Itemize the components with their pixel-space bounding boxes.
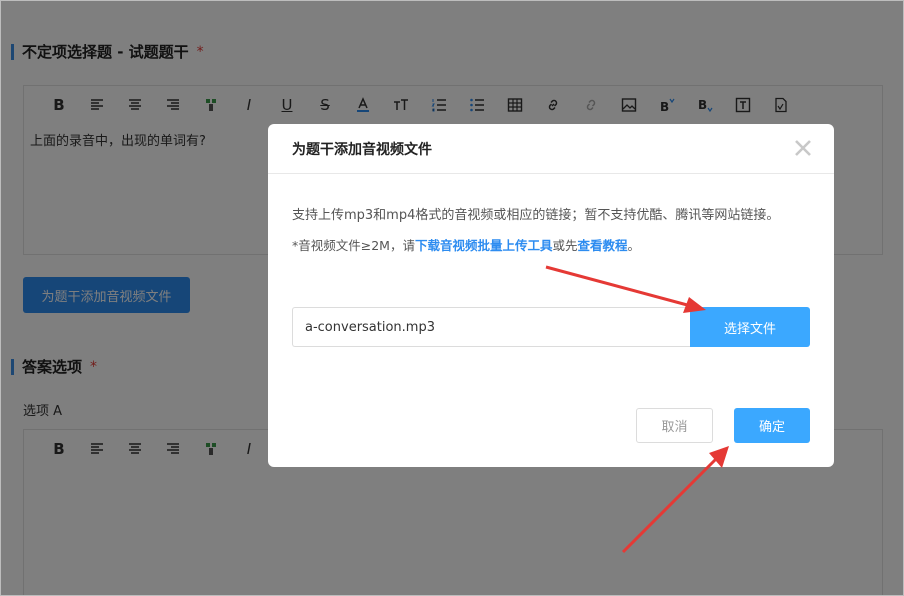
add-media-dialog: 为题干添加音视频文件 支持上传mp3和mp4格式的音视频或相应的链接；暂不支持优…: [268, 124, 834, 467]
close-icon[interactable]: [790, 135, 816, 161]
dialog-body: 支持上传mp3和mp4格式的音视频或相应的链接；暂不支持优酷、腾讯等网站链接。 …: [268, 174, 834, 256]
tutorial-link[interactable]: 查看教程: [578, 238, 628, 253]
note-middle: 或先: [552, 238, 578, 253]
note-prefix: *音视频文件≥2M，请: [292, 238, 415, 253]
dialog-header: 为题干添加音视频文件: [268, 124, 834, 174]
upload-row: 选择文件: [292, 307, 810, 347]
note-suffix: 。: [627, 238, 641, 253]
download-tool-link[interactable]: 下载音视频批量上传工具: [415, 238, 553, 253]
file-path-input[interactable]: [292, 307, 690, 347]
page: 不定项选择题 - 试题题干 * B I U S B B 上面的录音中，出现的单词…: [0, 0, 904, 596]
cancel-button[interactable]: 取消: [636, 408, 713, 443]
dialog-description: 支持上传mp3和mp4格式的音视频或相应的链接；暂不支持优酷、腾讯等网站链接。: [292, 208, 780, 223]
choose-file-button[interactable]: 选择文件: [690, 307, 810, 347]
confirm-button[interactable]: 确定: [734, 408, 810, 443]
dialog-title: 为题干添加音视频文件: [292, 141, 432, 158]
dialog-note: *音视频文件≥2M，请下载音视频批量上传工具或先查看教程。: [292, 236, 810, 256]
